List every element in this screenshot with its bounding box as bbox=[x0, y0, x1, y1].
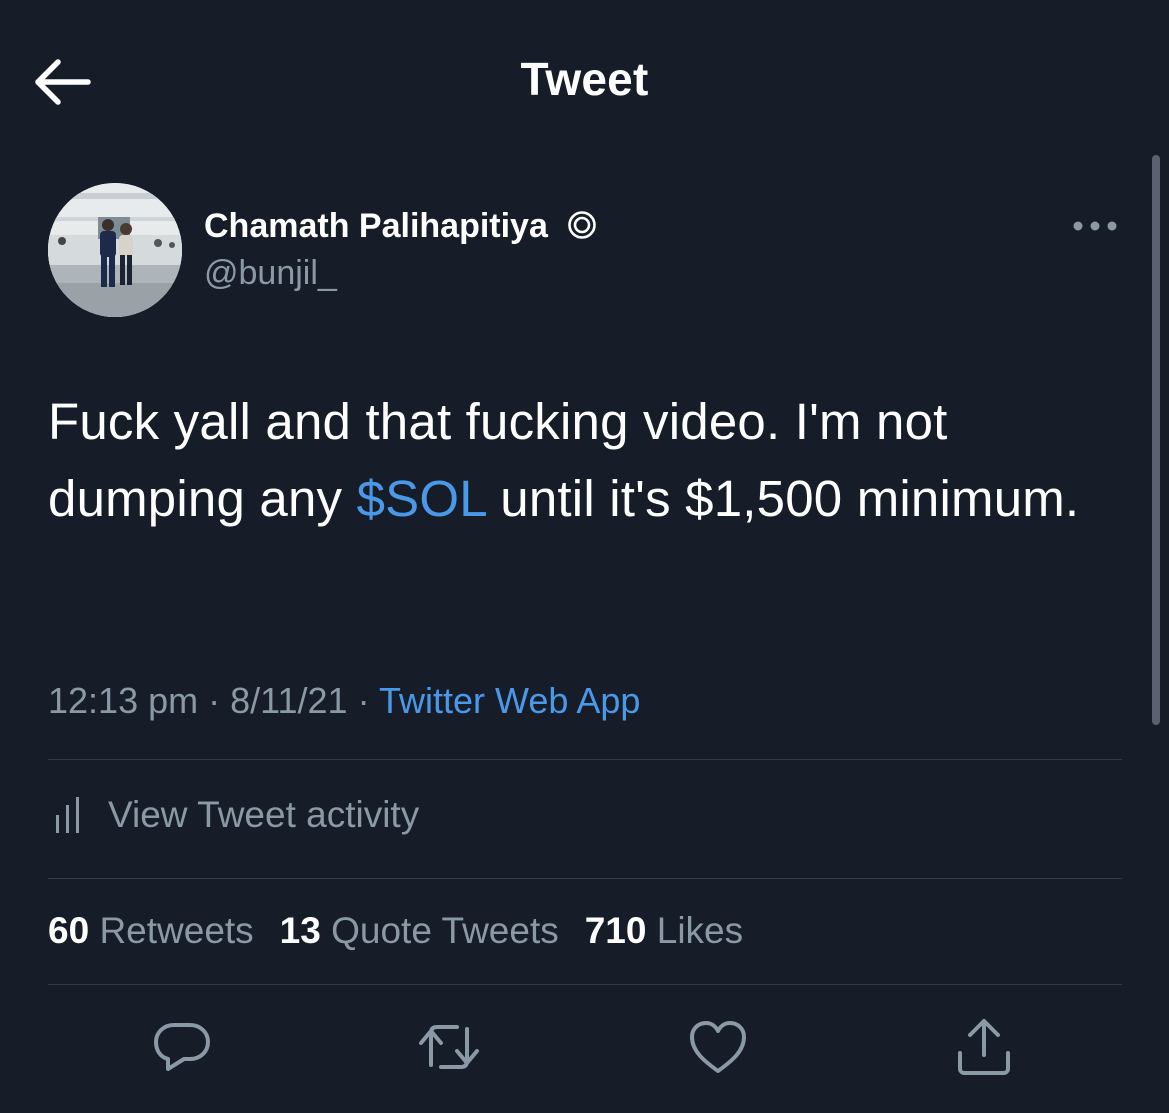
share-button[interactable] bbox=[952, 1015, 1016, 1079]
user-name[interactable]: Chamath Palihapitiya bbox=[204, 207, 597, 246]
header: Tweet bbox=[0, 0, 1169, 165]
like-button[interactable] bbox=[686, 1015, 750, 1079]
user-name-text: Chamath Palihapitiya bbox=[204, 207, 548, 245]
tweet-text: Fuck yall and that fucking video. I'm no… bbox=[48, 383, 1128, 537]
tweet-stats: 60 Retweets 13 Quote Tweets 710 Likes bbox=[48, 910, 769, 952]
view-activity-button[interactable]: View Tweet activity bbox=[48, 790, 419, 840]
tweet-time: 12:13 pm bbox=[48, 680, 199, 721]
share-icon bbox=[958, 1019, 1010, 1075]
retweet-icon bbox=[419, 1025, 479, 1069]
scrollbar[interactable] bbox=[1152, 155, 1160, 725]
likes-stat[interactable]: 710 Likes bbox=[585, 910, 743, 952]
meta-separator: · bbox=[357, 680, 370, 721]
circle-target-icon bbox=[568, 211, 597, 239]
retweet-button[interactable] bbox=[417, 1015, 481, 1079]
more-options-button[interactable] bbox=[1072, 216, 1118, 236]
tweet-meta: 12:13 pm · 8/11/21 · Twitter Web App bbox=[48, 680, 640, 722]
like-icon bbox=[690, 1021, 746, 1073]
retweets-stat[interactable]: 60 Retweets bbox=[48, 910, 254, 952]
tweet-text-part: until it's $1,500 minimum. bbox=[485, 470, 1080, 527]
page-title: Tweet bbox=[520, 53, 649, 105]
tweet-source-link[interactable]: Twitter Web App bbox=[379, 680, 640, 721]
divider bbox=[48, 984, 1122, 985]
bar-chart-icon bbox=[56, 797, 79, 833]
tweet-date: 8/11/21 bbox=[230, 680, 348, 721]
cashtag-link[interactable]: $SOL bbox=[357, 470, 486, 527]
reply-icon bbox=[154, 1023, 210, 1071]
tweet-detail-page: Tweet Chamath Palihapitiya @bunjil_ Fuck… bbox=[0, 0, 1169, 1113]
profile-photo bbox=[48, 183, 182, 317]
quote-tweets-stat[interactable]: 13 Quote Tweets bbox=[280, 910, 559, 952]
likes-label: Likes bbox=[656, 910, 744, 951]
divider bbox=[48, 878, 1122, 879]
divider bbox=[48, 759, 1122, 760]
more-dots-icon bbox=[1073, 221, 1117, 231]
likes-count: 710 bbox=[584, 910, 647, 951]
quote-tweets-count: 13 bbox=[279, 910, 321, 951]
reply-button[interactable] bbox=[150, 1015, 214, 1079]
user-handle[interactable]: @bunjil_ bbox=[204, 254, 337, 293]
retweets-label: Retweets bbox=[99, 910, 254, 951]
avatar[interactable] bbox=[48, 183, 182, 317]
view-activity-label: View Tweet activity bbox=[108, 794, 420, 835]
quote-tweets-label: Quote Tweets bbox=[331, 910, 559, 951]
retweets-count: 60 bbox=[48, 910, 90, 951]
meta-separator: · bbox=[208, 680, 221, 721]
